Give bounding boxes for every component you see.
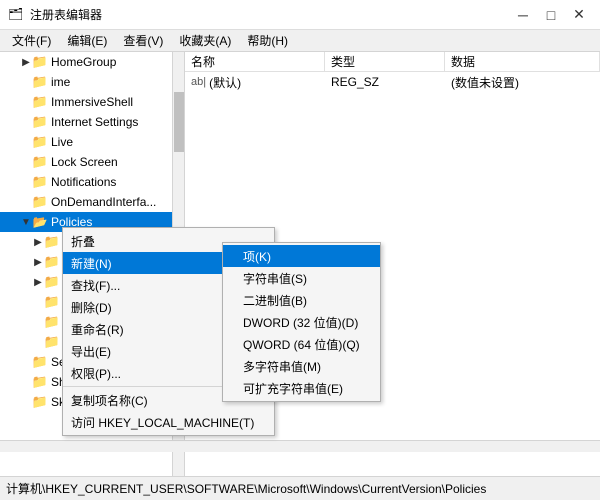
col-header-name: 名称 xyxy=(185,52,325,71)
tree-item-ondemand[interactable]: 📁 OnDemandInterfa... xyxy=(0,192,184,212)
window-controls: ─ □ ✕ xyxy=(510,5,592,25)
maximize-button[interactable]: □ xyxy=(538,5,564,25)
submenu-item-expandstring[interactable]: 可扩充字符串值(E) xyxy=(223,377,380,399)
tree-label-notifications: Notifications xyxy=(51,175,116,189)
folder-icon: 📁 xyxy=(32,375,48,389)
main-content: ▶ 📁 HomeGroup 📁 ime 📁 ImmersiveShell 📁 I… xyxy=(0,52,600,476)
folder-icon: 📁 xyxy=(32,395,48,409)
submenu-item-qword[interactable]: QWORD (64 位值)(Q) xyxy=(223,333,380,355)
menu-file[interactable]: 文件(F) xyxy=(4,30,59,51)
tree-arrow-p2: ▶ xyxy=(32,257,44,268)
cell-type: REG_SZ xyxy=(325,73,445,91)
tree-arrow-p1: ▶ xyxy=(32,237,44,248)
tree-item-ime[interactable]: 📁 ime xyxy=(0,72,184,92)
folder-icon-open: 📂 xyxy=(32,215,48,229)
folder-icon: 📁 xyxy=(44,275,60,289)
horizontal-scrollbar[interactable] xyxy=(0,440,600,452)
tree-arrow-r1: ▶ xyxy=(32,277,44,288)
folder-icon: 📁 xyxy=(44,315,60,329)
folder-icon: 📁 xyxy=(32,115,48,129)
submenu-item-binary[interactable]: 二进制值(B) xyxy=(223,289,380,311)
tree-label-ondemand: OnDemandInterfa... xyxy=(51,195,156,209)
scroll-thumb xyxy=(174,92,184,152)
tree-item-homegroup[interactable]: ▶ 📁 HomeGroup xyxy=(0,52,184,72)
tree-label-immersiveshell: ImmersiveShell xyxy=(51,95,133,109)
tree-item-lock-screen[interactable]: 📁 Lock Screen xyxy=(0,152,184,172)
tree-label-homegroup: HomeGroup xyxy=(51,55,116,69)
minimize-button[interactable]: ─ xyxy=(510,5,536,25)
submenu-item-string[interactable]: 字符串值(S) xyxy=(223,267,380,289)
cell-name: ab|(默认) xyxy=(185,72,325,93)
folder-icon: 📁 xyxy=(44,235,60,249)
folder-icon: 📁 xyxy=(44,335,60,349)
folder-icon: 📁 xyxy=(44,295,60,309)
default-label: (默认) xyxy=(209,74,241,91)
menu-view[interactable]: 查看(V) xyxy=(115,30,171,51)
folder-icon: 📁 xyxy=(32,155,48,169)
folder-icon: 📁 xyxy=(32,95,48,109)
menu-favorites[interactable]: 收藏夹(A) xyxy=(171,30,239,51)
registry-row[interactable]: ab|(默认) REG_SZ (数值未设置) xyxy=(185,72,600,92)
folder-icon: 📁 xyxy=(32,355,48,369)
tree-item-live[interactable]: 📁 Live xyxy=(0,132,184,152)
status-text: 计算机\HKEY_CURRENT_USER\SOFTWARE\Microsoft… xyxy=(6,480,486,497)
menu-help[interactable]: 帮助(H) xyxy=(239,30,296,51)
tree-label-live: Live xyxy=(51,135,73,149)
tree-item-notifications[interactable]: 📁 Notifications xyxy=(0,172,184,192)
col-header-type: 类型 xyxy=(325,52,445,71)
title-bar: 🗂 注册表编辑器 ─ □ ✕ xyxy=(0,0,600,30)
tree-item-internet-settings[interactable]: 📁 Internet Settings xyxy=(0,112,184,132)
close-button[interactable]: ✕ xyxy=(566,5,592,25)
menu-edit[interactable]: 编辑(E) xyxy=(59,30,115,51)
folder-icon: 📁 xyxy=(32,195,48,209)
col-header-data: 数据 xyxy=(445,52,600,71)
folder-icon: 📁 xyxy=(44,255,60,269)
folder-icon: 📁 xyxy=(32,175,48,189)
submenu-new: 项(K) 字符串值(S) 二进制值(B) DWORD (32 位值)(D) QW… xyxy=(222,242,381,402)
tree-label-lock-screen: Lock Screen xyxy=(51,155,118,169)
folder-icon: 📁 xyxy=(32,75,48,89)
folder-icon: 📁 xyxy=(32,55,48,69)
menu-bar: 文件(F) 编辑(E) 查看(V) 收藏夹(A) 帮助(H) xyxy=(0,30,600,52)
tree-arrow-policies: ▼ xyxy=(20,217,32,228)
title-text: 注册表编辑器 xyxy=(30,6,510,23)
tree-label-ime: ime xyxy=(51,75,70,89)
status-bar: 计算机\HKEY_CURRENT_USER\SOFTWARE\Microsoft… xyxy=(0,476,600,500)
submenu-item-key[interactable]: 项(K) xyxy=(223,245,380,267)
tree-item-immersiveshell[interactable]: 📁 ImmersiveShell xyxy=(0,92,184,112)
submenu-item-dword[interactable]: DWORD (32 位值)(D) xyxy=(223,311,380,333)
tree-label-internet-settings: Internet Settings xyxy=(51,115,138,129)
submenu-item-multistring[interactable]: 多字符串值(M) xyxy=(223,355,380,377)
tree-arrow-homegroup: ▶ xyxy=(20,57,32,68)
ctx-item-access-hklm[interactable]: 访问 HKEY_LOCAL_MACHINE(T) xyxy=(63,411,274,433)
app-icon: 🗂 xyxy=(8,7,24,23)
cell-data: (数值未设置) xyxy=(445,72,600,93)
column-headers: 名称 类型 数据 xyxy=(185,52,600,72)
folder-icon: 📁 xyxy=(32,135,48,149)
